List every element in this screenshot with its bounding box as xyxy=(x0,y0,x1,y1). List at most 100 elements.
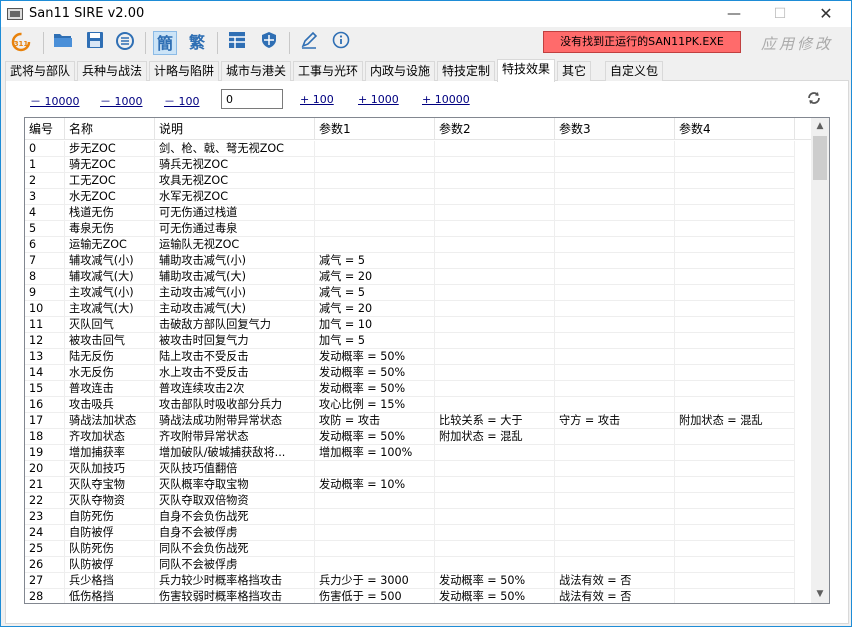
cell-param4[interactable] xyxy=(675,221,795,237)
cell-param2[interactable] xyxy=(435,365,555,381)
simplified-chinese-icon[interactable]: 簡 xyxy=(153,31,177,55)
cell-description[interactable]: 剑、枪、戟、弩无视ZOC xyxy=(155,141,315,157)
cell-description[interactable]: 辅助攻击减气(小) xyxy=(155,253,315,269)
cell-param1[interactable]: 减气 = 20 xyxy=(315,269,435,285)
open-folder-icon[interactable] xyxy=(51,31,75,55)
cell-description[interactable]: 击破敌方部队回复气力 xyxy=(155,317,315,333)
tab-works[interactable]: 工事与光环 xyxy=(293,61,364,81)
cell-param3[interactable] xyxy=(555,333,675,349)
cell-description[interactable]: 骑战法成功附带异常状态 xyxy=(155,413,315,429)
cell-param3[interactable] xyxy=(555,381,675,397)
cell-param3[interactable] xyxy=(555,173,675,189)
table-row[interactable]: 19 增加捕获率 增加破队/破城捕获敌将... 增加概率 = 100% xyxy=(25,445,811,461)
cell-param1[interactable] xyxy=(315,525,435,541)
cell-param1[interactable]: 攻防 = 攻击 xyxy=(315,413,435,429)
cell-param4[interactable] xyxy=(675,541,795,557)
cell-id[interactable]: 12 xyxy=(25,333,65,349)
column-header[interactable]: 参数4 xyxy=(675,118,795,140)
cell-description[interactable]: 水军无视ZOC xyxy=(155,189,315,205)
cell-id[interactable]: 21 xyxy=(25,477,65,493)
cell-description[interactable]: 运输队无视ZOC xyxy=(155,237,315,253)
cell-param1[interactable]: 发动概率 = 50% xyxy=(315,429,435,445)
cell-name[interactable]: 普攻连击 xyxy=(65,381,155,397)
cell-id[interactable]: 9 xyxy=(25,285,65,301)
cell-id[interactable]: 27 xyxy=(25,573,65,589)
cell-param1[interactable] xyxy=(315,189,435,205)
cell-description[interactable]: 同队不会负伤战死 xyxy=(155,541,315,557)
cell-param3[interactable] xyxy=(555,141,675,157)
cell-param3[interactable] xyxy=(555,301,675,317)
tab-skill-custom[interactable]: 特技定制 xyxy=(437,61,496,81)
table-row[interactable]: 2 工无ZOC 攻具无视ZOC xyxy=(25,173,811,189)
table-row[interactable]: 28 低伤格挡 伤害较弱时概率格挡攻击 伤害低于 = 500 发动概率 = 50% 战法有… xyxy=(25,589,811,603)
cell-param3[interactable] xyxy=(555,189,675,205)
cell-param1[interactable]: 加气 = 10 xyxy=(315,317,435,333)
table-row[interactable]: 23 自防死伤 自身不会负伤战死 xyxy=(25,509,811,525)
cell-param4[interactable] xyxy=(675,445,795,461)
cell-param2[interactable] xyxy=(435,189,555,205)
cell-id[interactable]: 8 xyxy=(25,269,65,285)
cell-name[interactable]: 齐攻加状态 xyxy=(65,429,155,445)
shield-icon[interactable] xyxy=(257,31,281,55)
cell-name[interactable]: 兵少格挡 xyxy=(65,573,155,589)
refresh-311-icon[interactable]: 311 xyxy=(9,31,33,55)
table-row[interactable]: 3 水无ZOC 水军无视ZOC xyxy=(25,189,811,205)
cell-param1[interactable]: 兵力少于 = 3000 xyxy=(315,573,435,589)
cell-id[interactable]: 1 xyxy=(25,157,65,173)
cell-param2[interactable] xyxy=(435,237,555,253)
value-input[interactable] xyxy=(221,89,283,109)
cell-id[interactable]: 7 xyxy=(25,253,65,269)
cell-id[interactable]: 10 xyxy=(25,301,65,317)
cell-id[interactable]: 22 xyxy=(25,493,65,509)
cell-description[interactable]: 自身不会被俘虏 xyxy=(155,525,315,541)
cell-param2[interactable] xyxy=(435,557,555,573)
cell-id[interactable]: 6 xyxy=(25,237,65,253)
cell-param1[interactable]: 发动概率 = 50% xyxy=(315,381,435,397)
cell-param2[interactable] xyxy=(435,477,555,493)
cell-param3[interactable]: 战法有效 = 否 xyxy=(555,589,675,603)
cell-param2[interactable] xyxy=(435,157,555,173)
table-row[interactable]: 5 毒泉无伤 可无伤通过毒泉 xyxy=(25,221,811,237)
cell-name[interactable]: 毒泉无伤 xyxy=(65,221,155,237)
cell-description[interactable]: 可无伤通过毒泉 xyxy=(155,221,315,237)
cell-param3[interactable] xyxy=(555,445,675,461)
minimize-button[interactable]: — xyxy=(711,1,757,27)
scroll-thumb[interactable] xyxy=(813,136,827,180)
cell-param2[interactable]: 比较关系 = 大于 xyxy=(435,413,555,429)
cell-param4[interactable] xyxy=(675,365,795,381)
cell-param4[interactable] xyxy=(675,477,795,493)
table-row[interactable]: 22 灭队夺物资 灭队夺取双倍物资 xyxy=(25,493,811,509)
cell-param2[interactable] xyxy=(435,141,555,157)
vertical-scrollbar[interactable]: ▲ ▼ xyxy=(811,118,829,603)
cell-param4[interactable] xyxy=(675,333,795,349)
cell-description[interactable]: 普攻连续攻击2次 xyxy=(155,381,315,397)
cell-param3[interactable] xyxy=(555,317,675,333)
cell-param3[interactable] xyxy=(555,237,675,253)
cell-id[interactable]: 5 xyxy=(25,221,65,237)
cell-description[interactable]: 主动攻击减气(小) xyxy=(155,285,315,301)
cell-param3[interactable] xyxy=(555,221,675,237)
cell-name[interactable]: 队防死伤 xyxy=(65,541,155,557)
cell-name[interactable]: 灭队夺宝物 xyxy=(65,477,155,493)
cell-param4[interactable] xyxy=(675,285,795,301)
cell-name[interactable]: 骑无ZOC xyxy=(65,157,155,173)
cell-param3[interactable] xyxy=(555,477,675,493)
cell-id[interactable]: 18 xyxy=(25,429,65,445)
column-header[interactable]: 说明 xyxy=(155,118,315,140)
cell-param4[interactable] xyxy=(675,461,795,477)
cell-param2[interactable] xyxy=(435,221,555,237)
cell-param1[interactable] xyxy=(315,461,435,477)
cell-name[interactable]: 辅攻减气(小) xyxy=(65,253,155,269)
apply-changes-button[interactable]: 应用修改 xyxy=(761,33,833,54)
table-row[interactable]: 27 兵少格挡 兵力较少时概率格挡攻击 兵力少于 = 3000 发动概率 = 50% 战法… xyxy=(25,573,811,589)
cell-param4[interactable] xyxy=(675,141,795,157)
cell-param1[interactable] xyxy=(315,509,435,525)
plus-1000-button[interactable]: + 1000 xyxy=(358,93,399,106)
cell-name[interactable]: 灭队夺物资 xyxy=(65,493,155,509)
cell-name[interactable]: 低伤格挡 xyxy=(65,589,155,603)
cell-name[interactable]: 工无ZOC xyxy=(65,173,155,189)
cell-param2[interactable] xyxy=(435,349,555,365)
cell-id[interactable]: 28 xyxy=(25,589,65,603)
plus-100-button[interactable]: + 100 xyxy=(300,93,334,106)
cell-param3[interactable] xyxy=(555,541,675,557)
